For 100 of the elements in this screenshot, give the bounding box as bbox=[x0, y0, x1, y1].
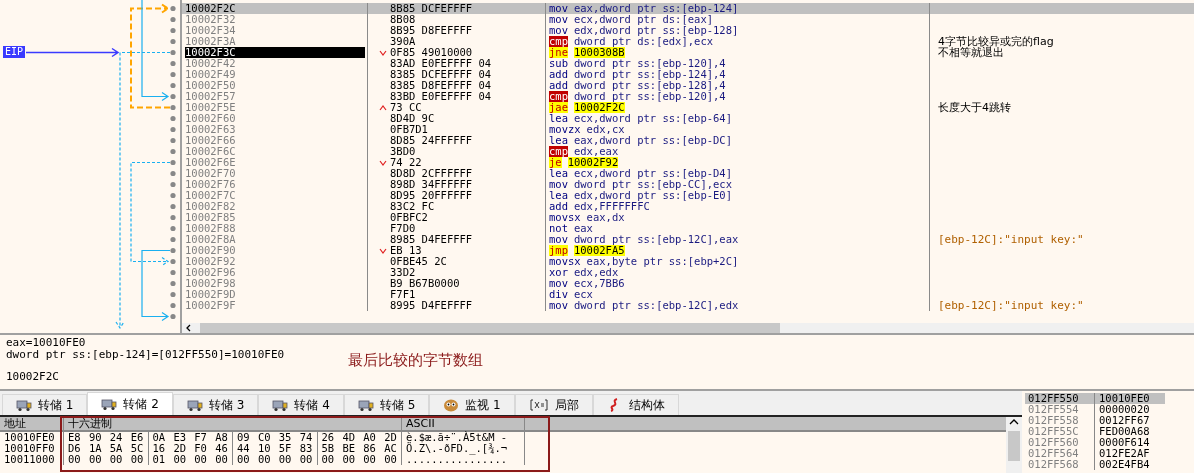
bytes-text: 8D4D 9C bbox=[390, 113, 435, 124]
stack-row[interactable]: 012FF554 00000020 bbox=[1025, 404, 1165, 415]
operands-text: edx,dword ptr ss:[ebp-128] bbox=[573, 25, 739, 36]
stack-row[interactable]: 012FF558 0012FF67 bbox=[1025, 415, 1165, 426]
tab[interactable]: 监视 1 bbox=[429, 394, 515, 415]
bytes-text: B9 B67B0000 bbox=[390, 278, 460, 289]
bytes-text: 0FBE45 2C bbox=[390, 256, 447, 267]
truck-icon bbox=[16, 398, 32, 412]
tab[interactable]: 转储 5 bbox=[343, 394, 430, 415]
hex-byte: 00 bbox=[362, 454, 377, 465]
instruction-row[interactable]: 10002F42 83AD E0FEFFFF 04 sub dword ptr ss:[ebp-120],4 bbox=[182, 58, 1194, 69]
instruction-row[interactable]: 10002F7C 8D95 20FFFFFF lea edx,dword ptr ss:[ebp-E0] bbox=[182, 190, 1194, 201]
address-text: 10002F82 bbox=[185, 201, 237, 212]
instruction-row[interactable]: 10002F5E 73 CC jae 10002F2C 长度大于4跳转 bbox=[182, 102, 1194, 113]
ascii-cell: Ö.Z\.-ðFD._.[¾.¬ bbox=[402, 443, 525, 454]
instruction-row[interactable]: 10002F6E 74 22 je 10002F92 bbox=[182, 157, 1194, 168]
hex-byte: AC bbox=[383, 443, 398, 454]
mnemonic-text: lea bbox=[549, 190, 568, 201]
address-text: 10002F2C bbox=[185, 3, 237, 14]
operands-text: ecx,7BB6 bbox=[573, 278, 625, 289]
operands-text: dword ptr ss:[ebp-124],4 bbox=[573, 69, 726, 80]
instruction-row[interactable]: 10002F3C 0F85 49010000 jne 1000308B 不相等就退出 bbox=[182, 47, 1194, 58]
instruction-row[interactable]: 10002F49 8385 DCFEFFFF 04 add dword ptr ss:[ebp-124],4 bbox=[182, 69, 1194, 80]
instruction-row[interactable]: 10002F76 898D 34FFFFFF mov dword ptr ss:[ebp-CC],ecx bbox=[182, 179, 1194, 190]
column-header[interactable]: 十六进制 bbox=[64, 417, 402, 430]
address-text: 10002F96 bbox=[185, 267, 237, 278]
address-text: 10002F92 bbox=[185, 256, 237, 267]
instruction-row[interactable]: 10002F70 8D8D 2CFFFFFF lea ecx,dword ptr ss:[ebp-D4] bbox=[182, 168, 1194, 179]
hex-byte: 10 bbox=[256, 443, 272, 454]
instruction-row[interactable]: 10002F60 8D4D 9C lea ecx,dword ptr ss:[ebp-64] bbox=[182, 113, 1194, 124]
comment-text: 不相等就退出 bbox=[938, 47, 1004, 58]
column-header[interactable]: ASCII bbox=[402, 417, 525, 430]
truck-icon bbox=[272, 398, 289, 412]
instruction-row[interactable]: 10002F9D F7F1 div ecx bbox=[182, 289, 1194, 300]
stack-value: 10010FE0 bbox=[1098, 393, 1150, 404]
hex-byte: E8 bbox=[67, 432, 82, 443]
operands-text: eax bbox=[573, 223, 593, 234]
stack-row[interactable]: 012FF560 0000F614 bbox=[1025, 437, 1165, 448]
stack-value: FED00A68 bbox=[1098, 426, 1150, 437]
operands-text: 10002F2C bbox=[573, 102, 625, 113]
address-cell: 10010FE0 bbox=[0, 432, 64, 443]
hex-byte: 2D bbox=[383, 432, 398, 443]
stack-row[interactable]: 012FF568 002E4FB4 bbox=[1025, 459, 1165, 470]
horizontal-scrollbar[interactable] bbox=[182, 323, 1194, 333]
address-text: 10002F98 bbox=[185, 278, 237, 289]
address-text: 10002F8A bbox=[185, 234, 237, 245]
hex-byte: F0 bbox=[193, 443, 208, 454]
hex-byte: D6 bbox=[67, 443, 82, 454]
instruction-row[interactable]: 10002F88 F7D0 not eax bbox=[182, 223, 1194, 234]
bytes-text: 3BD0 bbox=[390, 146, 416, 157]
bytes-text: 74 22 bbox=[390, 157, 422, 168]
instruction-row[interactable]: 10002F2C 8B85 DCFEFFFF mov eax,dword ptr ss:[ebp-124] bbox=[182, 3, 1194, 14]
bytes-text: 83BD E0FEFFFF 04 bbox=[390, 91, 492, 102]
hex-byte: 00 bbox=[87, 454, 103, 465]
instruction-row[interactable]: 10002F82 83C2 FC add edx,FFFFFFFC bbox=[182, 201, 1194, 212]
instruction-row[interactable]: 10002F9F 8995 D4FEFFFF mov dword ptr ss:[ebp-12C],edx [ebp-12C]:"input key:" bbox=[182, 300, 1194, 311]
operands-text: dword ptr ss:[ebp-12C],eax bbox=[573, 234, 739, 245]
hex-byte: 01 bbox=[151, 454, 167, 465]
stack-address: 012FF550 bbox=[1025, 393, 1095, 404]
bytes-text: 390A bbox=[390, 36, 416, 47]
column-header[interactable]: 地址 bbox=[0, 417, 64, 430]
instruction-row[interactable]: 10002F92 0FBE45 2C movsx eax,byte ptr ss:[ebp+2C] bbox=[182, 256, 1194, 267]
tab[interactable]: 转储 3 bbox=[172, 394, 259, 415]
hex-byte: 00 bbox=[214, 454, 229, 465]
operands-text: edx,dword ptr ss:[ebp-E0] bbox=[573, 190, 732, 201]
hex-byte: BE bbox=[341, 443, 357, 454]
hex-byte: 00 bbox=[67, 454, 82, 465]
address-text: 10002F70 bbox=[185, 168, 237, 179]
tab[interactable]: 转储 4 bbox=[258, 394, 344, 415]
instruction-row[interactable]: 10002F98 B9 B67B0000 mov ecx,7BB6 bbox=[182, 278, 1194, 289]
tab[interactable]: 转储 2 bbox=[87, 392, 173, 415]
bytes-text: 8D85 24FFFFFF bbox=[390, 135, 473, 146]
stack-row[interactable]: 012FF55C FED00A68 bbox=[1025, 426, 1165, 437]
instruction-row[interactable]: 10002F90 EB 13 jmp 10002FA5 bbox=[182, 245, 1194, 256]
operands-text: eax,dx bbox=[586, 212, 625, 223]
tab[interactable]: 局部 bbox=[514, 394, 593, 415]
comment-text: 4字节比较异或完的flag bbox=[938, 36, 1054, 47]
info-line: dword ptr ss:[ebp-124]=[012FF550]=10010FE0 bbox=[6, 348, 285, 360]
truck-icon bbox=[101, 397, 118, 411]
stack-address: 012FF568 bbox=[1025, 459, 1095, 470]
hex-byte: 5B bbox=[320, 443, 336, 454]
instruction-row[interactable]: 10002F32 8B08 mov ecx,dword ptr ds:[eax] bbox=[182, 14, 1194, 25]
vertical-scrollbar[interactable] bbox=[1006, 417, 1022, 473]
operands-text: 10002FA5 bbox=[573, 245, 625, 256]
instruction-row[interactable]: 10002F63 0FB7D1 movzx edx,cx bbox=[182, 124, 1194, 135]
tab[interactable]: 转储 1 bbox=[2, 394, 88, 415]
info-address: 10002F2C bbox=[6, 371, 59, 383]
hex-byte: 4D bbox=[341, 432, 357, 443]
hex-byte: 74 bbox=[298, 432, 314, 443]
instruction-row[interactable]: 10002F85 0FBFC2 movsx eax,dx bbox=[182, 212, 1194, 223]
tab[interactable]: 结构体 bbox=[592, 394, 679, 415]
stack-row[interactable]: 012FF550 10010FE0 bbox=[1025, 393, 1165, 404]
hex-byte: 00 bbox=[277, 454, 293, 465]
operands-text: dword ptr ss:[ebp-128],4 bbox=[573, 80, 726, 91]
stack-value: 012FE2AF bbox=[1098, 448, 1150, 459]
instruction-row[interactable]: 10002F96 33D2 xor edx,edx bbox=[182, 267, 1194, 278]
address-text: 10002F3A bbox=[185, 36, 237, 47]
stack-row[interactable]: 012FF564 012FE2AF bbox=[1025, 448, 1165, 459]
mnemonic-text: add bbox=[549, 69, 568, 80]
mnemonic-text: sub bbox=[549, 58, 568, 69]
